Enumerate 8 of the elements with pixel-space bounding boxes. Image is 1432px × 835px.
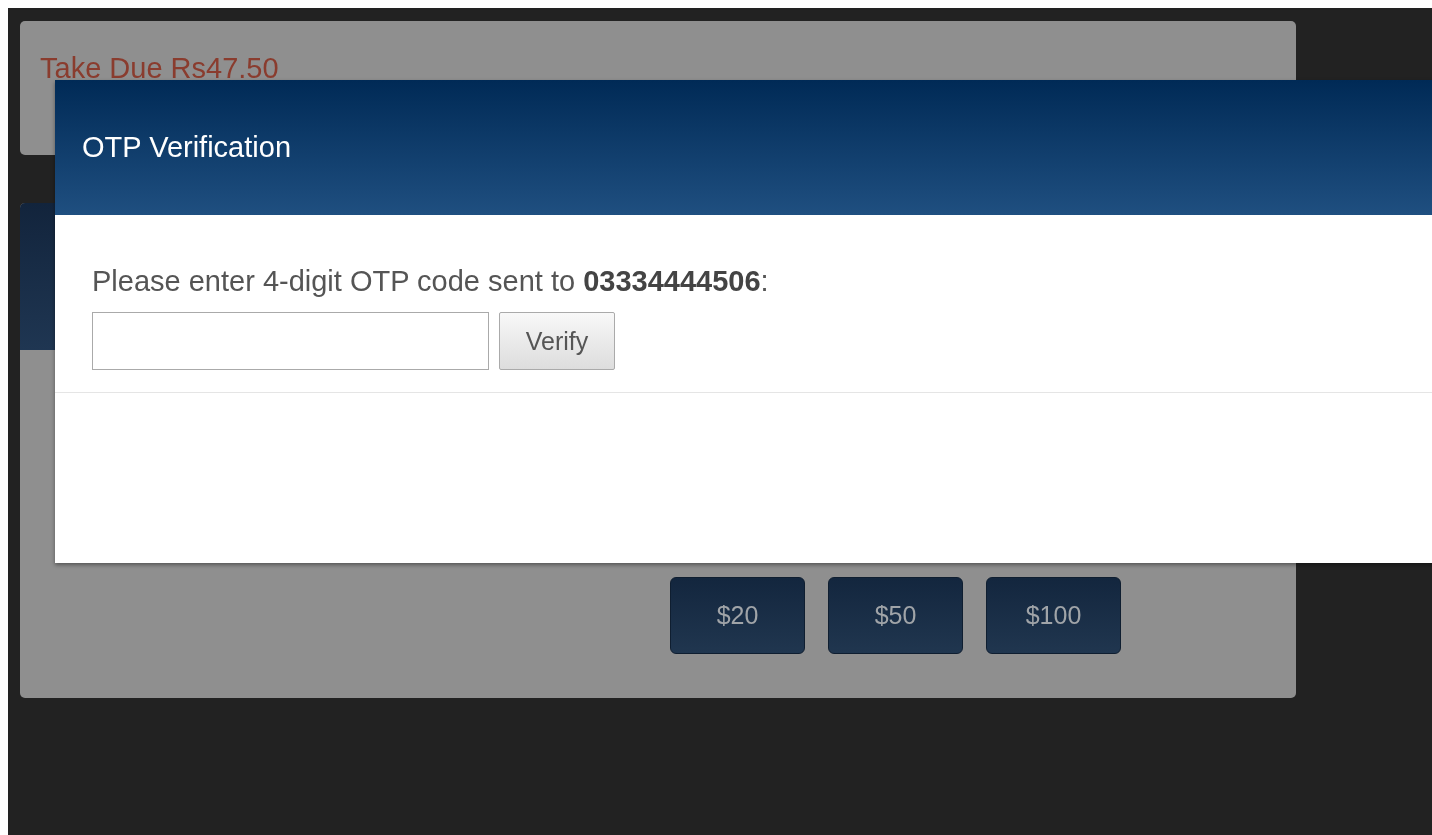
amount-button[interactable]: $50: [828, 577, 963, 654]
otp-input-field[interactable]: [92, 312, 489, 370]
modal-title: OTP Verification: [82, 131, 291, 164]
verify-button[interactable]: Verify: [499, 312, 615, 370]
due-amount-text: Take Due Rs47.50: [40, 52, 279, 84]
amount-button[interactable]: $20: [670, 577, 805, 654]
otp-prompt-text: Please enter 4-digit OTP code sent to 03334444506:: [92, 265, 770, 298]
amount-button[interactable]: $100: [986, 577, 1121, 654]
